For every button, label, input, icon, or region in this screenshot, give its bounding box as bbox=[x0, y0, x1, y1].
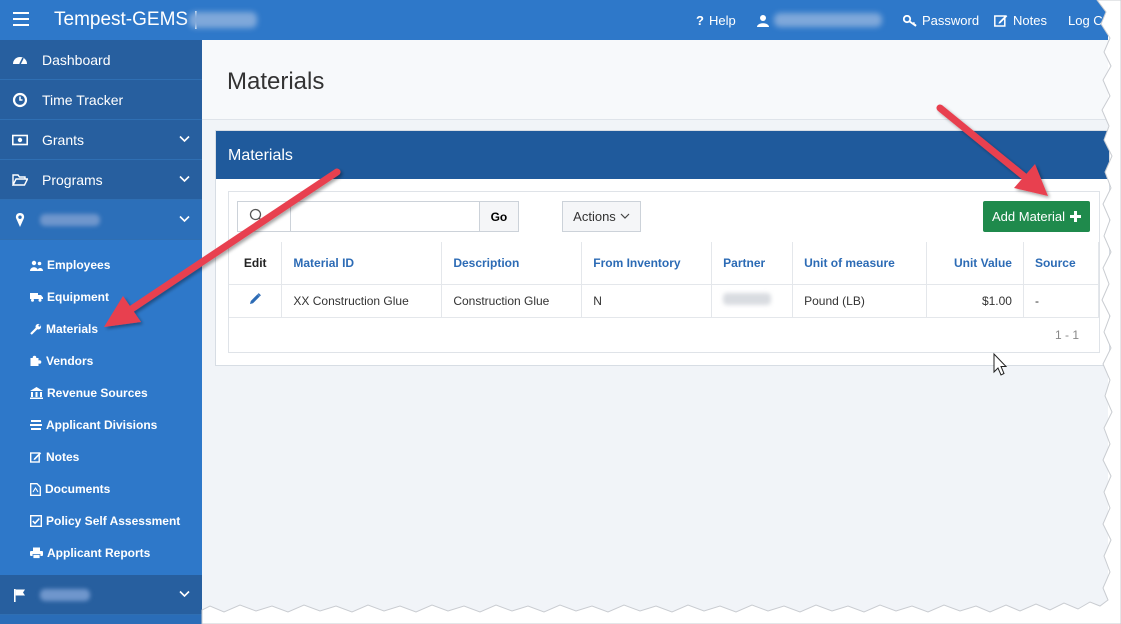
cell-partner bbox=[711, 284, 794, 318]
users-icon bbox=[30, 260, 43, 271]
sidebar-item-materials[interactable]: Materials bbox=[30, 319, 98, 339]
help-link[interactable]: ? Help bbox=[696, 13, 736, 28]
main-content: Materials Materials Go Actions Add Mater… bbox=[202, 40, 1110, 624]
bank-icon bbox=[30, 387, 43, 399]
sidebar-item-dashboard[interactable]: Dashboard bbox=[0, 40, 202, 80]
sidebar: Dashboard Time Tracker Grants Programs E… bbox=[0, 40, 202, 624]
clock-icon bbox=[12, 92, 28, 108]
top-navigation-bar: Tempest-GEMS | ? Help Password Notes Log… bbox=[0, 0, 1108, 40]
sidebar-item-equipment[interactable]: Equipment bbox=[30, 287, 109, 307]
chevron-down-icon bbox=[179, 215, 190, 223]
column-header-from-inventory[interactable]: From Inventory bbox=[581, 242, 713, 285]
sidebar-item-employees[interactable]: Employees bbox=[30, 255, 110, 275]
user-name-redacted bbox=[774, 13, 882, 27]
truck-icon bbox=[30, 293, 43, 302]
sidebar-item-revenue-sources[interactable]: Revenue Sources bbox=[30, 383, 148, 403]
column-header-description[interactable]: Description bbox=[441, 242, 583, 285]
edit-cell bbox=[229, 284, 283, 318]
file-pdf-icon bbox=[30, 482, 41, 496]
column-header-partner[interactable]: Partner bbox=[711, 242, 794, 285]
chevron-down-icon bbox=[620, 213, 630, 219]
flag-icon bbox=[14, 589, 25, 602]
column-header-edit: Edit bbox=[229, 242, 283, 285]
applicant-name-redacted bbox=[40, 214, 100, 226]
organization-name-redacted bbox=[189, 12, 257, 28]
menu-toggle-icon[interactable] bbox=[13, 12, 29, 28]
sidebar-item-vendors[interactable]: Vendors bbox=[30, 351, 93, 371]
print-icon bbox=[30, 547, 43, 559]
password-link[interactable]: Password bbox=[903, 13, 979, 28]
column-header-unit-of-measure[interactable]: Unit of measure bbox=[792, 242, 928, 285]
search-icon[interactable] bbox=[238, 202, 291, 231]
key-icon bbox=[903, 14, 917, 27]
money-icon bbox=[12, 134, 28, 146]
actions-menu-button[interactable]: Actions bbox=[562, 201, 641, 232]
wrench-icon bbox=[30, 323, 42, 335]
pagination-info: 1 - 1 bbox=[1054, 328, 1079, 342]
cell-description: Construction Glue bbox=[441, 284, 583, 318]
logout-link[interactable]: Log C bbox=[1068, 13, 1103, 28]
page-title: Materials bbox=[227, 68, 325, 95]
materials-grid: Go Actions Add Material Edit Material ID… bbox=[228, 191, 1100, 353]
materials-region: Materials Go Actions Add Material Edit M… bbox=[215, 130, 1110, 366]
edit-icon bbox=[994, 15, 1008, 27]
dashboard-icon bbox=[13, 57, 27, 65]
cell-from-inventory: N bbox=[581, 284, 713, 318]
column-header-unit-value[interactable]: Unit Value bbox=[926, 242, 1024, 285]
search-input[interactable] bbox=[290, 202, 479, 231]
divide-icon bbox=[30, 420, 42, 430]
region-title: Materials bbox=[216, 131, 1109, 179]
cell-unit-value: $1.00 bbox=[926, 284, 1024, 318]
user-menu[interactable] bbox=[757, 13, 882, 27]
notes-link[interactable]: Notes bbox=[994, 13, 1047, 28]
grid-toolbar: Go Actions Add Material bbox=[229, 192, 1101, 242]
search-box: Go bbox=[237, 201, 519, 232]
cell-material-id: XX Construction Glue bbox=[281, 284, 443, 318]
sidebar-item-programs[interactable]: Programs bbox=[0, 160, 202, 200]
map-marker-icon bbox=[15, 213, 25, 227]
chevron-down-icon bbox=[179, 175, 190, 183]
check-square-icon bbox=[30, 515, 42, 527]
page-header: Materials bbox=[202, 40, 1108, 120]
materials-table: Edit Material ID Description From Invent… bbox=[229, 242, 1100, 318]
go-button[interactable]: Go bbox=[478, 202, 518, 231]
plus-icon bbox=[1069, 211, 1081, 222]
cell-source: - bbox=[1023, 284, 1100, 318]
sidebar-item-policy-self-assessment[interactable]: Policy Self Assessment bbox=[30, 511, 180, 531]
sidebar-item-program-group[interactable] bbox=[0, 575, 202, 615]
table-header-row: Edit Material ID Description From Invent… bbox=[229, 242, 1100, 285]
sidebar-item-notes[interactable]: Notes bbox=[30, 447, 79, 467]
pencil-icon[interactable] bbox=[249, 293, 262, 305]
sidebar-item-applicant[interactable] bbox=[0, 200, 202, 240]
applicant-submenu: Employees Equipment Materials Vendors Re… bbox=[0, 240, 202, 575]
cell-unit-of-measure: Pound (LB) bbox=[792, 284, 928, 318]
question-icon: ? bbox=[696, 13, 704, 28]
column-header-source[interactable]: Source bbox=[1023, 242, 1100, 285]
chevron-down-icon bbox=[179, 135, 190, 143]
column-header-material-id[interactable]: Material ID bbox=[281, 242, 443, 285]
program-name-redacted bbox=[40, 589, 90, 601]
user-icon bbox=[757, 14, 769, 27]
sidebar-item-grants[interactable]: Grants bbox=[0, 120, 202, 160]
sidebar-item-applicant-reports[interactable]: Applicant Reports bbox=[30, 543, 150, 563]
sidebar-item-time-tracker[interactable]: Time Tracker bbox=[0, 80, 202, 120]
folder-open-icon bbox=[12, 174, 28, 186]
add-material-button[interactable]: Add Material bbox=[983, 201, 1090, 232]
sidebar-item-applicant-divisions[interactable]: Applicant Divisions bbox=[30, 415, 157, 435]
sidebar-item-documents[interactable]: Documents bbox=[30, 479, 110, 499]
partner-redacted bbox=[723, 293, 772, 305]
table-row: XX Construction Glue Construction Glue N… bbox=[229, 284, 1100, 318]
edit-icon bbox=[30, 452, 42, 463]
chevron-down-icon bbox=[179, 590, 190, 598]
puzzle-icon bbox=[30, 355, 42, 366]
app-title[interactable]: Tempest-GEMS | bbox=[54, 9, 198, 31]
